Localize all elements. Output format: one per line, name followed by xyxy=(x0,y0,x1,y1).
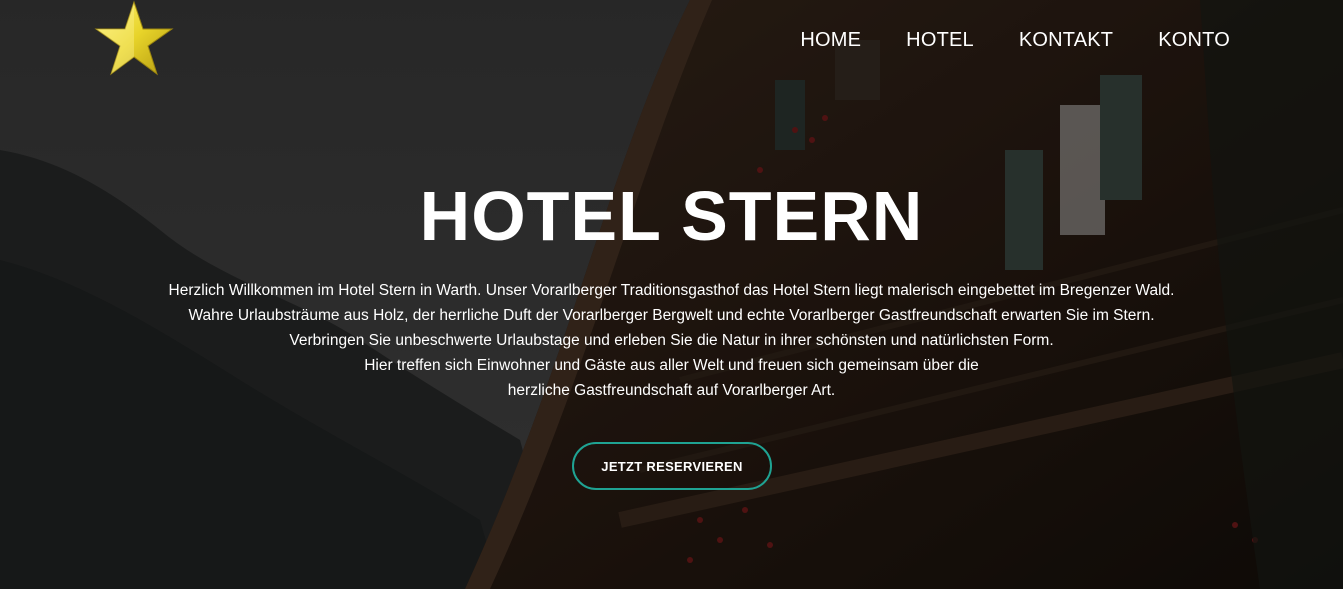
nav-item-home[interactable]: HOME xyxy=(800,28,861,52)
intro-text: Herzlich Willkommen im Hotel Stern in Wa… xyxy=(0,278,1343,403)
page-title: HOTEL STERN xyxy=(419,177,924,255)
nav-item-konto[interactable]: KONTO xyxy=(1158,28,1230,52)
intro-line: Wahre Urlaubsträume aus Holz, der herrli… xyxy=(188,307,1155,324)
nav-item-kontakt[interactable]: KONTAKT xyxy=(1019,28,1113,52)
intro-line: Hier treffen sich Einwohner und Gäste au… xyxy=(364,357,979,374)
nav-item-hotel[interactable]: HOTEL xyxy=(906,28,974,52)
hero-section: HOME HOTEL KONTAKT KONTO HOTEL STERN Her… xyxy=(0,0,1343,589)
reserve-button[interactable]: JETZT RESERVIEREN xyxy=(572,442,772,490)
intro-line: Verbringen Sie unbeschwerte Urlaubstage … xyxy=(289,332,1054,349)
main-navigation: HOME HOTEL KONTAKT KONTO xyxy=(800,28,1230,52)
intro-line: Herzlich Willkommen im Hotel Stern in Wa… xyxy=(168,282,1175,299)
intro-line: herzliche Gastfreundschaft auf Vorarlber… xyxy=(507,382,836,399)
star-icon[interactable] xyxy=(92,0,176,80)
